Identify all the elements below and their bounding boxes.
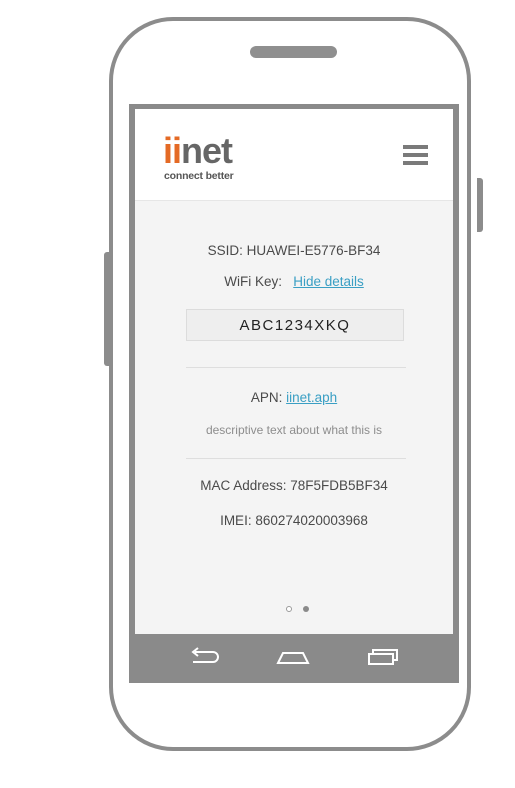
screen: iinet connect better SSID: HUAWEI-E5776-… (135, 109, 453, 634)
android-nav-bar (129, 634, 459, 683)
divider (186, 458, 406, 459)
logo-tagline: connect better (164, 170, 234, 182)
divider (186, 367, 406, 368)
wifi-key-value: ABC1234XKQ (186, 309, 404, 341)
mac-address-text: MAC Address: 78F5FDB5BF34 (200, 478, 388, 493)
hide-details-link[interactable]: Hide details (293, 274, 364, 289)
wifi-key-label: WiFi Key: (224, 274, 282, 289)
app-header: iinet connect better (135, 109, 453, 201)
recent-apps-icon[interactable] (365, 644, 401, 672)
phone-speaker (250, 46, 337, 58)
pager-dot[interactable] (286, 606, 292, 612)
back-icon[interactable] (187, 644, 223, 672)
imei-text: IMEI: 860274020003968 (220, 513, 368, 528)
volume-button (104, 252, 110, 366)
iinet-logo: iinet connect better (163, 131, 263, 183)
apn-label: APN: (250, 390, 283, 405)
logo-wordmark: iinet (163, 130, 233, 171)
pager-dot-active[interactable] (303, 606, 309, 612)
power-button (477, 178, 483, 232)
apn-link[interactable]: iinet.aph (286, 390, 337, 405)
apn-row: APN: iinet.aph (135, 390, 453, 405)
apn-description: descriptive text about what this is (205, 423, 383, 437)
home-icon[interactable] (275, 644, 311, 672)
ssid-text: SSID: HUAWEI-E5776-BF34 (207, 243, 381, 258)
details-panel: SSID: HUAWEI-E5776-BF34 WiFi Key: Hide d… (135, 201, 453, 634)
wifi-key-row: WiFi Key: Hide details (135, 274, 453, 289)
menu-icon[interactable] (403, 145, 431, 169)
